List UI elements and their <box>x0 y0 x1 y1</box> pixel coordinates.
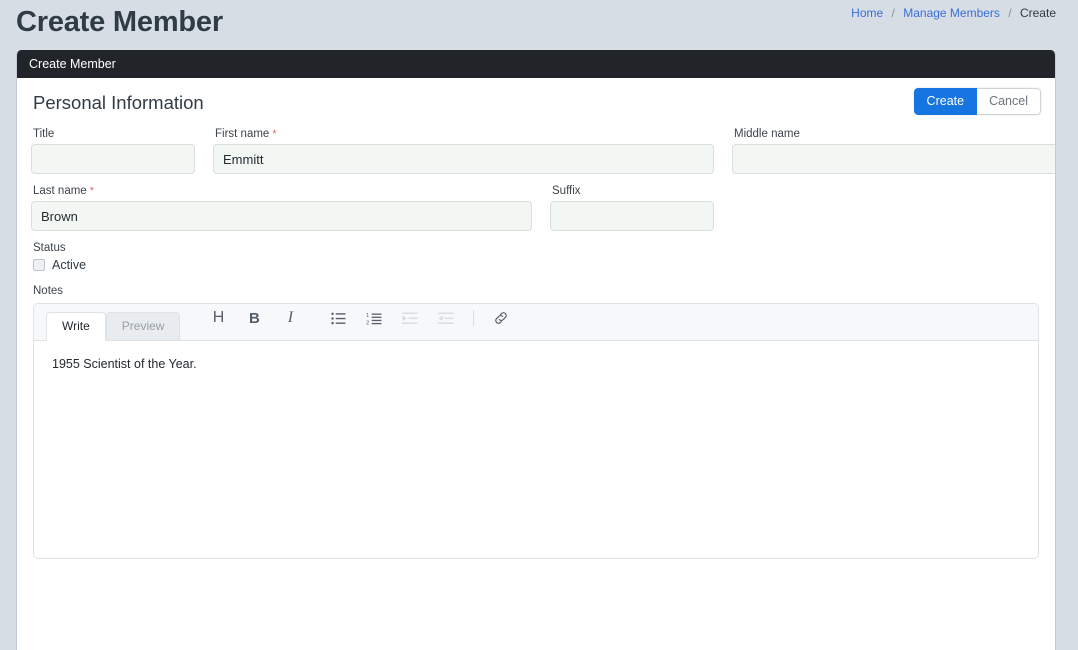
section-title: Personal Information <box>33 92 204 113</box>
bulleted-list-icon[interactable] <box>324 307 352 329</box>
status-checkbox-row[interactable]: Active <box>33 258 1041 272</box>
field-title: Title <box>31 128 195 174</box>
required-asterisk: * <box>272 128 277 140</box>
middle-name-label-text: Middle name <box>734 128 800 140</box>
first-name-label-text: First name <box>215 128 270 140</box>
title-input[interactable] <box>31 144 195 174</box>
bold-icon[interactable]: B <box>240 307 268 329</box>
form-row-lastname: Last name* Suffix <box>31 185 1041 231</box>
required-asterisk: * <box>89 185 94 197</box>
middle-name-input[interactable] <box>732 144 1055 174</box>
heading-glyph: H <box>212 309 225 326</box>
tab-write[interactable]: Write <box>46 312 106 341</box>
link-icon[interactable] <box>487 307 515 329</box>
field-status: Status Active <box>31 242 1041 272</box>
status-label: Status <box>33 242 66 254</box>
active-checkbox-label: Active <box>52 258 87 272</box>
card-body: Create Cancel Personal Information Title… <box>17 78 1055 559</box>
toolbar-divider <box>473 310 475 326</box>
suffix-label: Suffix <box>552 185 714 197</box>
breadcrumb-item-home[interactable]: Home <box>851 6 883 20</box>
breadcrumb-item-manage-members[interactable]: Manage Members <box>903 6 1000 20</box>
cancel-button[interactable]: Cancel <box>977 88 1041 115</box>
breadcrumb: Home / Manage Members / Create <box>851 6 1056 20</box>
tab-preview[interactable]: Preview <box>105 312 181 341</box>
editor-tabs: Write Preview <box>46 304 181 341</box>
create-member-card: Create Member Create Cancel Personal Inf… <box>16 50 1056 650</box>
middle-name-label: Middle name <box>734 128 1055 140</box>
page-title: Create Member <box>16 6 223 38</box>
bold-glyph: B <box>249 309 260 327</box>
svg-text:2: 2 <box>367 320 370 325</box>
breadcrumb-separator: / <box>891 6 895 20</box>
numbered-list-icon[interactable]: 1 2 <box>360 307 388 329</box>
notes-markdown-editor: Write Preview H B I 1 2 1955 Scientist o… <box>33 303 1039 559</box>
last-name-input[interactable] <box>31 201 532 231</box>
svg-text:1: 1 <box>367 312 370 318</box>
suffix-label-text: Suffix <box>552 185 581 197</box>
notes-label: Notes <box>33 285 64 297</box>
field-notes: Notes Write Preview H B I 1 2 1955 Scien… <box>31 285 1041 559</box>
breadcrumb-item-create: Create <box>1019 6 1056 20</box>
card-header: Create Member <box>17 50 1055 78</box>
title-label-text: Title <box>33 128 55 140</box>
active-checkbox[interactable] <box>33 259 45 271</box>
page-topbar: Create Member Home / Manage Members / Cr… <box>0 0 1078 48</box>
indent-icon <box>396 307 424 329</box>
italic-icon[interactable]: I <box>276 307 304 329</box>
italic-glyph: I <box>287 309 294 326</box>
breadcrumb-separator: / <box>1008 6 1012 20</box>
heading-icon[interactable]: H <box>204 307 232 329</box>
field-first-name: First name * <box>213 128 714 174</box>
form-actions: Create Cancel <box>913 88 1041 115</box>
last-name-label-text: Last name <box>33 185 87 197</box>
editor-toolbar: Write Preview H B I 1 2 <box>34 304 1038 341</box>
editor-tool-group: H B I 1 2 <box>200 304 519 340</box>
first-name-input[interactable] <box>213 144 714 174</box>
form-row-names: Title First name* Middle name <box>31 128 1055 174</box>
suffix-input[interactable] <box>550 201 714 231</box>
field-last-name: Last name * <box>31 185 532 231</box>
last-name-label: Last name * <box>33 185 532 197</box>
outdent-icon <box>432 307 460 329</box>
create-button[interactable]: Create <box>913 88 978 115</box>
card-header-title: Create Member <box>29 57 116 71</box>
field-middle-name: Middle name <box>732 128 1055 174</box>
field-suffix: Suffix <box>550 185 714 231</box>
title-label: Title <box>33 128 195 140</box>
notes-editor-content[interactable]: 1955 Scientist of the Year. <box>34 341 1038 388</box>
first-name-label: First name * <box>215 128 714 140</box>
